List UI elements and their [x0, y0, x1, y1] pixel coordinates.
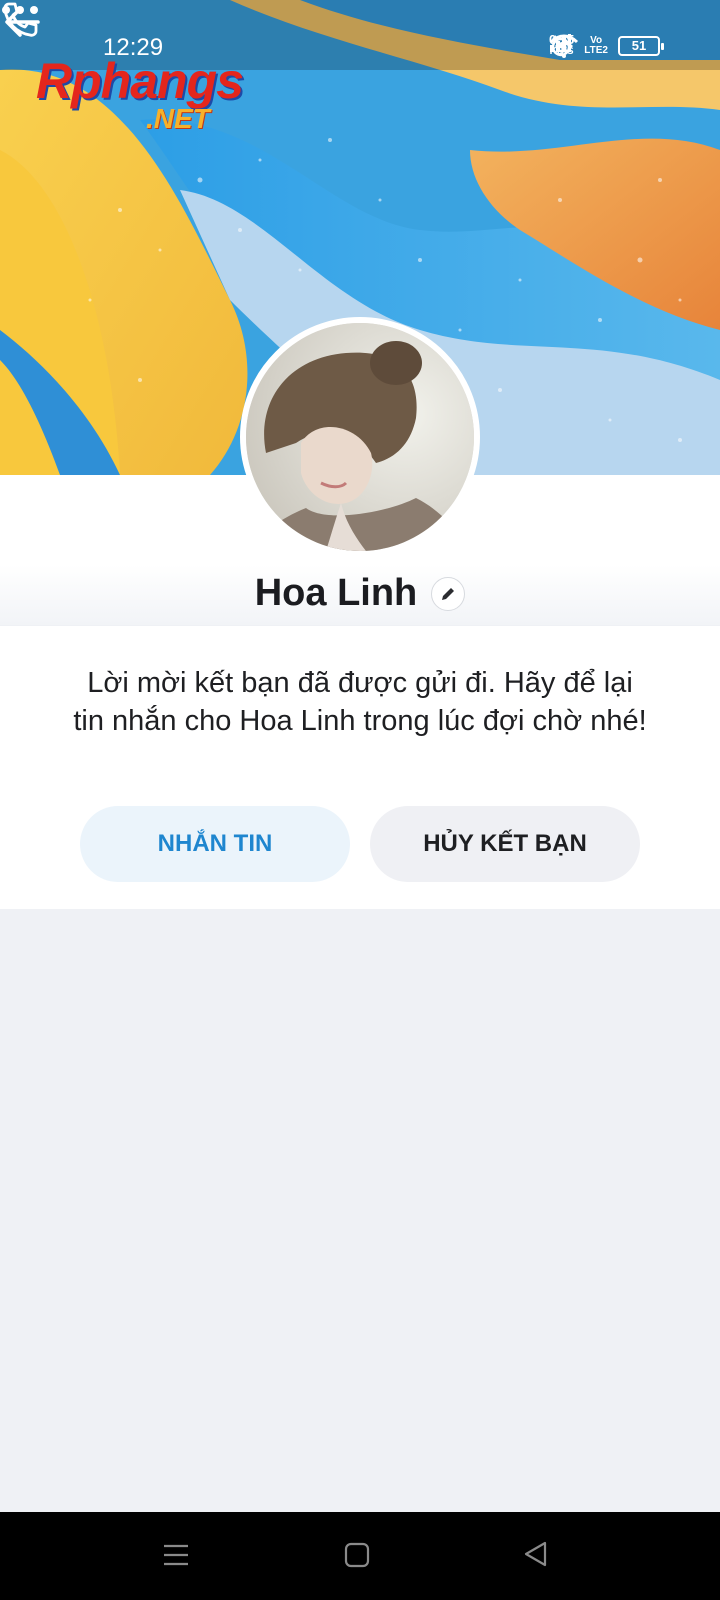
watermark-main: Rphangs	[36, 53, 244, 109]
watermark-suffix: .NET	[146, 103, 210, 134]
avatar[interactable]	[240, 317, 480, 557]
battery-indicator: 51	[618, 36, 664, 56]
watermark-logo: Rphangs .NET	[36, 53, 244, 134]
friend-request-message: Lời mời kết bạn đã được gửi đi. Hãy để l…	[73, 667, 647, 737]
pencil-icon	[442, 587, 455, 600]
back-triangle-icon[interactable]	[522, 1540, 550, 1568]
status-indicators: 0.75 KB/S Vo LTE2 51	[549, 33, 664, 58]
friend-request-card: Lời mời kết bạn đã được gửi đi. Hãy để l…	[0, 626, 720, 909]
send-message-button[interactable]: NHẮN TIN	[80, 806, 350, 882]
profile-name: Hoa Linh	[254, 572, 418, 614]
system-nav-bar	[0, 1512, 720, 1600]
volte-bottom: LTE2	[584, 45, 608, 56]
cancel-friend-request-button[interactable]: HỦY KẾT BẠN	[370, 806, 640, 882]
recents-menu-icon[interactable]	[162, 1541, 190, 1569]
signal-icon-2	[549, 34, 571, 52]
home-square-icon[interactable]	[343, 1541, 371, 1569]
volte-indicator: Vo LTE2	[584, 36, 608, 56]
more-dots-icon[interactable]	[0, 0, 40, 20]
avatar-image	[246, 323, 474, 551]
edit-name-button[interactable]	[431, 576, 466, 611]
profile-name-row: Hoa Linh	[0, 572, 720, 615]
